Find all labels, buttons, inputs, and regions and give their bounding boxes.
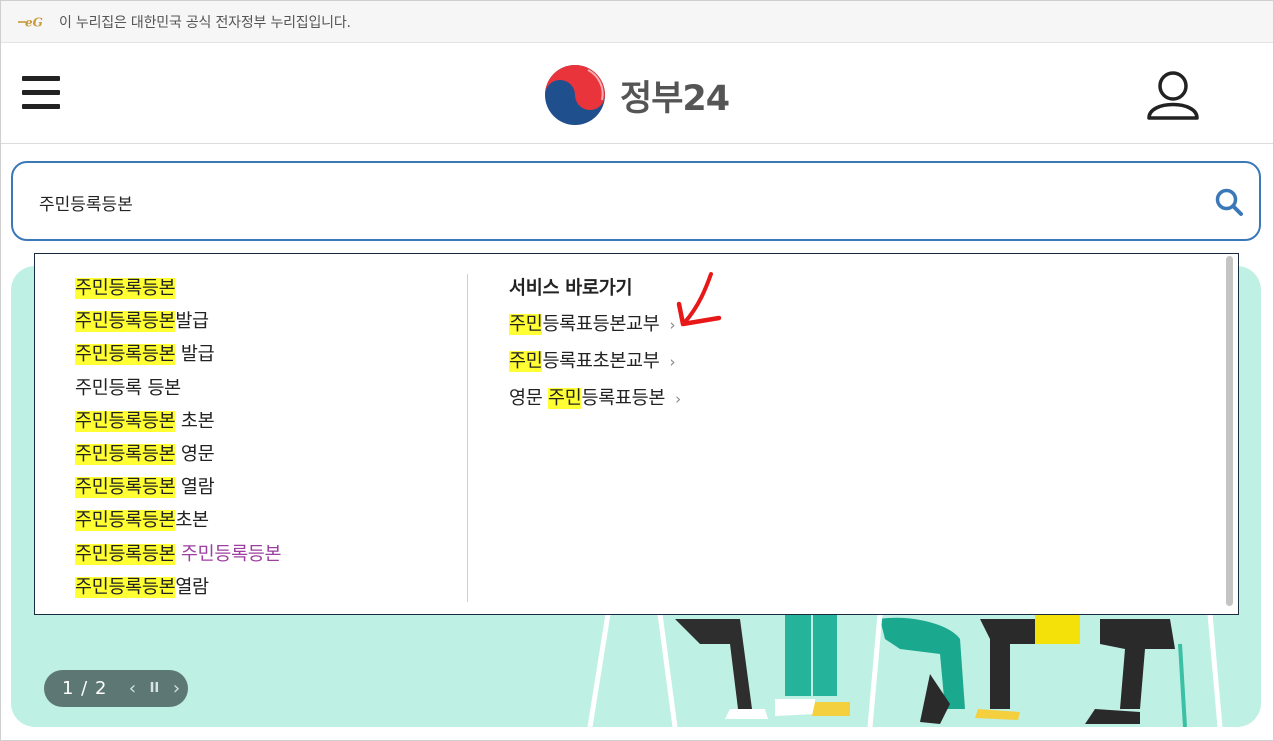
suggestion-item[interactable]: 주민등록등본 xyxy=(75,272,455,305)
suggestion-highlight: 주민등록등본 xyxy=(75,278,176,299)
dropdown-scrollbar[interactable] xyxy=(1226,256,1233,606)
suggestion-item[interactable]: 주민등록등본 초본 xyxy=(75,405,455,438)
red-arrow-annotation xyxy=(676,272,722,327)
quick-link-item[interactable]: 영문 주민등록표등본 › xyxy=(509,380,909,417)
suggestion-item[interactable]: 주민등록등본 영문 xyxy=(75,438,455,471)
chevron-right-icon: › xyxy=(675,390,681,408)
autocomplete-dropdown: 주민등록등본 주민등록등본발급 주민등록등본 발급 주민등록 등본 주민등록등본 초본 주… xyxy=(34,253,1239,615)
suggestion-item[interactable]: 주민등록등본 주민등록등본 xyxy=(75,538,455,571)
suggestion-text: 주민등록 등본 xyxy=(75,377,181,399)
taegeuk-logo-icon xyxy=(545,65,605,125)
quick-link-text: 등록표등본 xyxy=(581,388,666,409)
pager-count: 1 / 2 xyxy=(62,678,108,699)
suggestion-item[interactable]: 주민등록등본 발급 xyxy=(75,338,455,371)
suggestion-highlight: 주민등록등본 xyxy=(75,510,176,532)
banner-illustration xyxy=(587,614,1223,727)
quick-link-highlight: 주민 xyxy=(509,351,543,372)
hamburger-menu-icon[interactable] xyxy=(22,76,62,110)
suggestion-item[interactable]: 주민등록등본초본 xyxy=(75,504,455,537)
quick-link-text: 등록표등본교부 xyxy=(542,314,660,335)
quick-link-prefix: 영문 xyxy=(509,388,549,409)
suggestion-list: 주민등록등본 주민등록등본발급 주민등록등본 발급 주민등록 등본 주민등록등본 초본 주… xyxy=(75,272,455,604)
suggestion-highlight: 주민등록등본 xyxy=(75,543,176,565)
suggestion-item[interactable]: 주민등록등본발급 xyxy=(75,305,455,338)
search-icon[interactable] xyxy=(1214,187,1244,217)
suggestion-text: 초본 xyxy=(175,410,215,432)
logo-text: 정부24 xyxy=(620,78,730,119)
dropdown-divider xyxy=(467,274,468,602)
suggestion-related-text: 주민등록등본 xyxy=(180,543,282,565)
user-icon[interactable] xyxy=(1145,70,1201,120)
suggestion-highlight: 주민등록등본 xyxy=(75,311,176,333)
suggestion-text: 발급 xyxy=(175,311,209,333)
gov-notice-text: 이 누리집은 대한민국 공식 전자정부 누리집입니다. xyxy=(59,14,351,31)
suggestion-highlight: 주민등록등본 xyxy=(75,410,176,432)
suggestion-item[interactable]: 주민등록 등본 xyxy=(75,372,455,405)
search-input[interactable] xyxy=(39,187,1189,217)
gov-notice-bar: eG 이 누리집은 대한민국 공식 전자정부 누리집입니다. xyxy=(1,1,1273,43)
pager-next-button[interactable]: › xyxy=(165,678,187,699)
quick-link-highlight: 주민 xyxy=(548,388,582,409)
chevron-right-icon: › xyxy=(669,353,676,371)
banner-pager: 1 / 2 ‹ II › xyxy=(44,670,188,707)
suggestion-text: 영문 xyxy=(175,443,215,465)
suggestion-item[interactable]: 주민등록등본열람 xyxy=(75,571,455,604)
suggestion-highlight: 주민등록등본 xyxy=(75,576,176,598)
pager-prev-button[interactable]: ‹ xyxy=(121,678,143,699)
eg-emblem-icon: eG xyxy=(18,15,43,29)
search-box xyxy=(11,161,1261,241)
pager-pause-button[interactable]: II xyxy=(143,681,165,696)
suggestion-highlight: 주민등록등본 xyxy=(75,477,176,499)
quick-link-item[interactable]: 주민등록표초본교부 › xyxy=(509,343,909,380)
suggestion-text: 발급 xyxy=(175,344,215,366)
suggestion-text: 열람 xyxy=(175,576,209,598)
suggestion-item[interactable]: 주민등록등본 열람 xyxy=(75,471,455,504)
suggestion-text: 초본 xyxy=(175,510,209,532)
quick-link-highlight: 주민 xyxy=(509,314,543,335)
suggestion-text: 열람 xyxy=(175,477,215,499)
quick-link-text: 등록표초본교부 xyxy=(542,351,660,372)
logo[interactable]: 정부24 xyxy=(544,64,730,126)
suggestion-highlight: 주민등록등본 xyxy=(75,443,176,465)
suggestion-highlight: 주민등록등본 xyxy=(75,344,176,366)
site-header: 정부24 xyxy=(1,44,1273,144)
svg-text:eG: eG xyxy=(25,15,43,29)
